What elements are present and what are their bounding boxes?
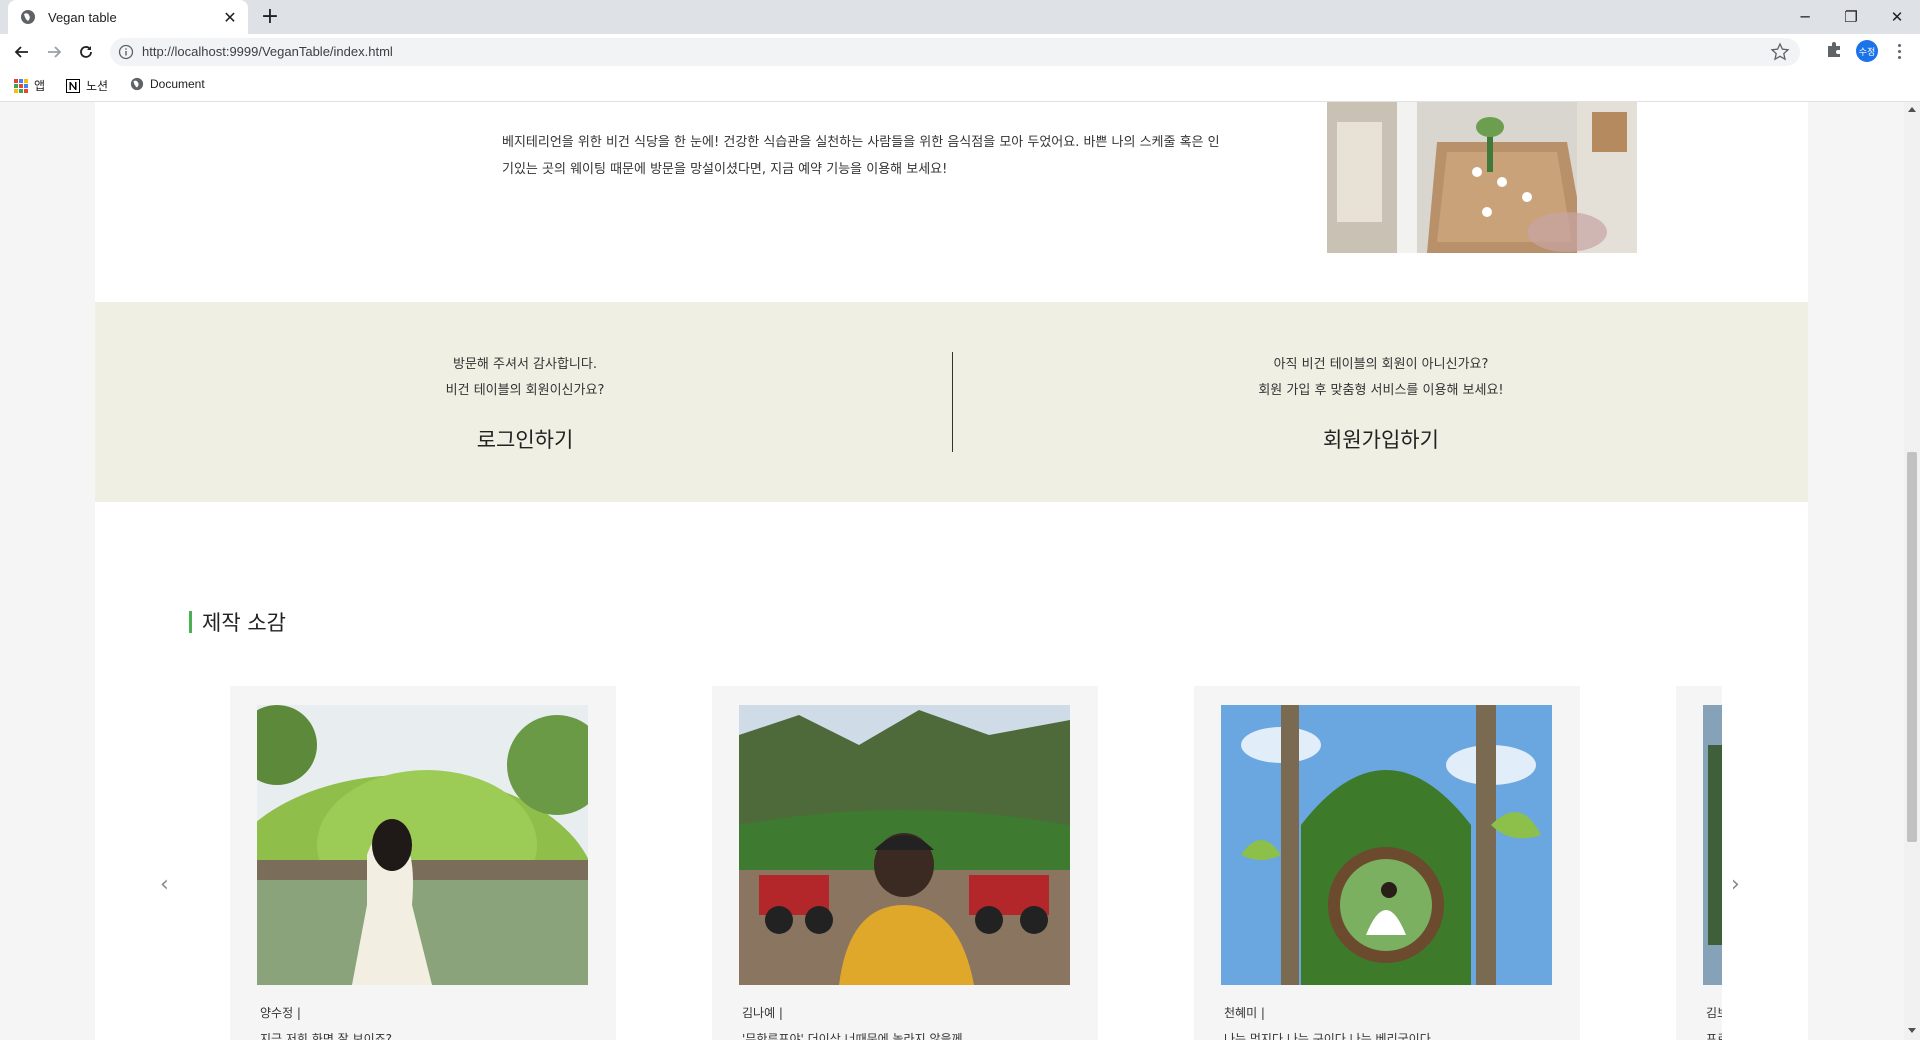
forward-button[interactable]: [40, 38, 68, 66]
reviews-carousel: 양수정 | 지금 저희 화면 잘 보이죠?........ 김나예 | '무한루…: [230, 686, 1722, 1040]
notion-icon: [66, 78, 80, 93]
bookmarks-bar: 앱 노션 Document: [0, 70, 1920, 102]
membership-band: 방문해 주셔서 감사합니다. 비건 테이블의 회원이신가요? 로그인하기 아직 …: [95, 302, 1808, 502]
review-photo: [1703, 705, 1722, 985]
arrow-right-icon: [48, 46, 62, 58]
signup-link[interactable]: 회원가입하기: [1081, 424, 1681, 454]
bookmark-label: 노션: [86, 79, 109, 93]
address-bar[interactable]: http://localhost:9999/VeganTable/index.h…: [110, 38, 1800, 66]
review-message: 나는 멋지다 나는 구이다 나는 베리굿이다: [1224, 1032, 1431, 1040]
reviewer-name: 천혜미 |: [1224, 1006, 1265, 1020]
bookmark-notion[interactable]: 노션: [66, 77, 108, 94]
close-window-button[interactable]: ✕: [1874, 0, 1920, 34]
review-message: 프로: [1706, 1032, 1722, 1040]
reviews-title-text: 제작 소감: [202, 611, 286, 635]
profile-avatar[interactable]: 수정: [1856, 40, 1878, 62]
bookmark-document[interactable]: Document: [130, 77, 205, 91]
page-margin-right: [1808, 102, 1904, 1040]
browser-toolbar: http://localhost:9999/VeganTable/index.h…: [0, 34, 1920, 70]
review-card[interactable]: 김나예 | '무한루프야' 더이상 너때문에 놀라지 않을께: [712, 686, 1098, 1040]
title-accent-bar: [189, 611, 192, 633]
extensions-puzzle-icon[interactable]: [1823, 38, 1845, 60]
login-greeting: 방문해 주셔서 감사합니다.: [453, 357, 597, 372]
review-card[interactable]: 김보 프로: [1676, 686, 1722, 1040]
apps-grid-icon: [14, 78, 28, 93]
close-tab-icon[interactable]: ✕: [220, 7, 240, 27]
review-card[interactable]: 천혜미 | 나는 멋지다 나는 구이다 나는 베리굿이다: [1194, 686, 1580, 1040]
signup-pitch: 회원 가입 후 맞춤형 서비스를 이용해 보세요!: [1258, 383, 1504, 398]
page-viewport: 베지테리언을 위한 비건 식당을 한 눈에! 건강한 식습관을 실천하는 사람들…: [0, 102, 1904, 1040]
review-card[interactable]: 양수정 | 지금 저희 화면 잘 보이죠?........: [230, 686, 616, 1040]
reviewer-name: 양수정 |: [260, 1006, 301, 1020]
chevron-left-icon[interactable]: ‹: [160, 872, 169, 897]
new-tab-button[interactable]: +: [258, 6, 282, 30]
minimize-button[interactable]: ─: [1782, 0, 1828, 34]
bookmark-star-icon[interactable]: [1770, 42, 1790, 62]
review-message: '무한루프야' 더이상 너때문에 놀라지 않을께: [742, 1032, 963, 1040]
reload-button[interactable]: [72, 38, 100, 66]
globe-icon: [21, 10, 35, 24]
review-photo: [739, 705, 1070, 985]
arrow-left-icon: [14, 46, 28, 58]
bookmark-apps[interactable]: 앱: [14, 77, 45, 94]
restaurant-interior-photo: [1327, 102, 1637, 253]
bookmark-label: Document: [150, 77, 205, 91]
scroll-down-icon[interactable]: [1908, 1028, 1916, 1033]
browser-menu-icon[interactable]: [1892, 40, 1906, 62]
review-photo: [1221, 705, 1552, 985]
restore-button[interactable]: ❐: [1828, 0, 1874, 34]
reviews-section-title: 제작 소감: [189, 607, 286, 637]
login-link[interactable]: 로그인하기: [225, 424, 825, 454]
tab-title: Vegan table: [48, 9, 117, 25]
info-icon[interactable]: [118, 44, 134, 60]
review-message: 지금 저희 화면 잘 보이죠?........: [260, 1032, 423, 1040]
scrollbar-thumb[interactable]: [1907, 452, 1917, 842]
chevron-right-icon[interactable]: ›: [1731, 872, 1740, 897]
reload-icon: [80, 46, 92, 58]
globe-icon: [130, 77, 144, 91]
intro-description: 베지테리언을 위한 비건 식당을 한 눈에! 건강한 식습관을 실천하는 사람들…: [502, 135, 1220, 177]
membership-divider: [952, 352, 953, 452]
page-margin-left: [0, 102, 95, 1040]
page-scrollbar[interactable]: [1904, 102, 1920, 1040]
signup-panel: 아직 비건 테이블의 회원이 아니신가요? 회원 가입 후 맞춤형 서비스를 이…: [1081, 352, 1681, 454]
login-panel: 방문해 주셔서 감사합니다. 비건 테이블의 회원이신가요? 로그인하기: [225, 352, 825, 454]
reviewer-name: 김나예 |: [742, 1006, 783, 1020]
login-question: 비건 테이블의 회원이신가요?: [445, 383, 605, 398]
tab-strip: Vegan table ✕ + ─ ❐ ✕: [0, 0, 1920, 34]
bookmark-label: 앱: [34, 79, 46, 93]
reviewer-name: 김보: [1706, 1006, 1722, 1020]
url-text[interactable]: http://localhost:9999/VeganTable/index.h…: [142, 44, 393, 59]
signup-question: 아직 비건 테이블의 회원이 아니신가요?: [1273, 357, 1489, 372]
browser-tab[interactable]: Vegan table ✕: [8, 0, 248, 34]
review-photo: [257, 705, 588, 985]
scroll-up-icon[interactable]: [1908, 107, 1916, 112]
back-button[interactable]: [8, 38, 36, 66]
